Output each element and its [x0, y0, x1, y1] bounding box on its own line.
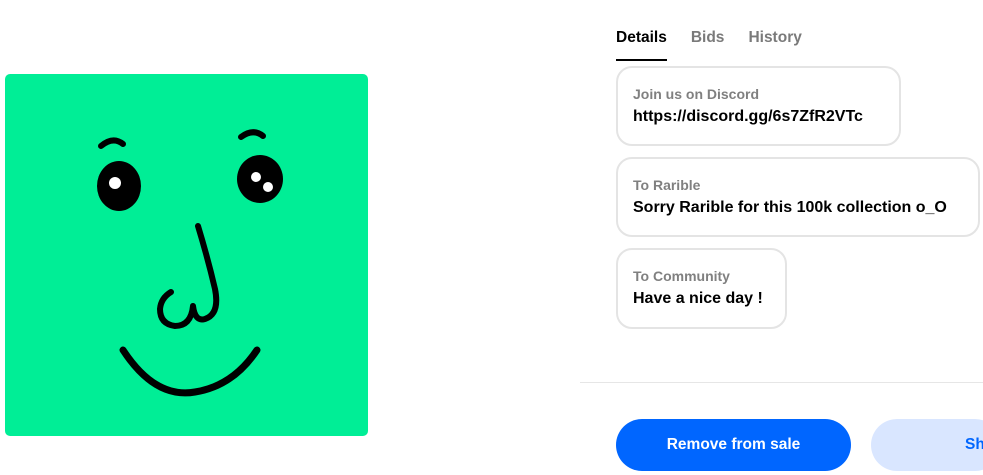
property-value: https://discord.gg/6s7ZfR2VTc — [633, 108, 863, 125]
property-value: Sorry Rarible for this 100k collection o… — [633, 199, 947, 216]
right-eye-highlight — [251, 172, 261, 182]
property-card-discord: Join us on Discord https://discord.gg/6s… — [616, 66, 901, 146]
item-tabs: Details Bids History — [616, 28, 826, 61]
property-card-to-rarible: To Rarible Sorry Rarible for this 100k c… — [616, 157, 980, 237]
share-button[interactable]: Sh — [871, 419, 983, 471]
property-value: Have a nice day ! — [633, 290, 763, 307]
left-eye-highlight — [109, 177, 121, 189]
section-divider — [580, 382, 983, 383]
nft-item-page: Details Bids History Join us on Discord … — [0, 0, 983, 475]
tab-bids[interactable]: Bids — [691, 28, 725, 56]
property-label: To Community — [633, 268, 730, 284]
smiley-face-drawing — [5, 74, 368, 436]
property-label: To Rarible — [633, 177, 701, 193]
tab-details[interactable]: Details — [616, 28, 667, 61]
nft-artwork-image[interactable] — [5, 74, 368, 436]
artwork-background — [5, 74, 368, 436]
property-label: Join us on Discord — [633, 86, 760, 102]
right-eye-highlight-small — [263, 182, 273, 192]
tab-history[interactable]: History — [748, 28, 801, 56]
property-card-to-community: To Community Have a nice day ! — [616, 248, 787, 329]
remove-from-sale-button[interactable]: Remove from sale — [616, 419, 851, 471]
